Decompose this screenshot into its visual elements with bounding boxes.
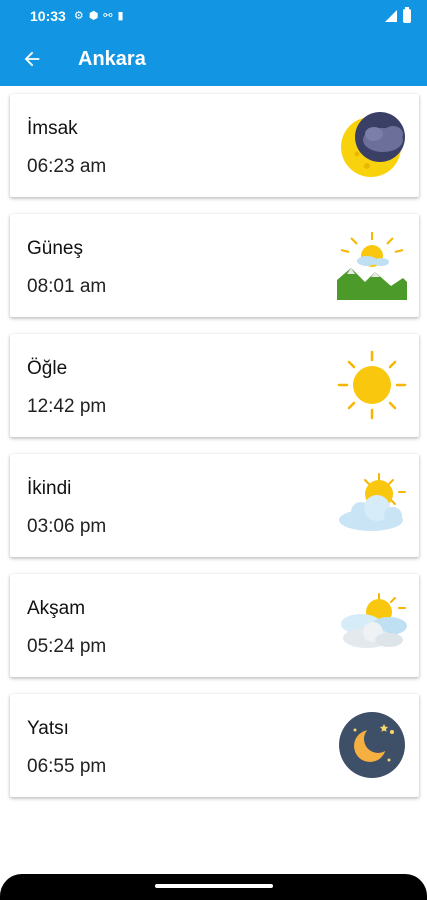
prayer-card-ogle[interactable]: Öğle 12:42 pm bbox=[10, 334, 419, 437]
page-title: Ankara bbox=[78, 47, 146, 70]
prayer-card-yatsi[interactable]: Yatsı 06:55 pm bbox=[10, 694, 419, 797]
status-bar: 10:33 ⚙ ⬢ ⚯ ▮ bbox=[0, 0, 427, 32]
status-notification-icons: ⚙ ⬢ ⚯ ▮ bbox=[73, 9, 124, 22]
sunrise-mountains-icon bbox=[337, 232, 407, 300]
prayer-name: İkindi bbox=[27, 478, 72, 499]
shield-icon: ⬢ bbox=[88, 9, 99, 22]
arrow-back-icon bbox=[24, 51, 40, 67]
prayer-card-gunes[interactable]: Güneş 08:01 am bbox=[10, 214, 419, 317]
prayer-name: Güneş bbox=[27, 238, 83, 259]
prayer-name: Akşam bbox=[27, 598, 86, 619]
status-time: 10:33 bbox=[30, 8, 66, 24]
sun-icon bbox=[337, 350, 407, 420]
prayer-name: Yatsı bbox=[27, 718, 69, 739]
signal-icon bbox=[385, 10, 397, 22]
settings-icon: ⚙ bbox=[73, 9, 84, 22]
home-handle[interactable] bbox=[155, 884, 273, 888]
prayer-time: 12:42 pm bbox=[27, 396, 107, 417]
prayer-name: İmsak bbox=[27, 118, 78, 139]
battery-icon bbox=[403, 7, 411, 23]
prayer-card-aksam[interactable]: Akşam 05:24 pm bbox=[10, 574, 419, 677]
sun-behind-clouds-icon bbox=[341, 593, 407, 648]
prayer-time: 06:23 am bbox=[27, 156, 107, 177]
prayer-time: 03:06 pm bbox=[27, 516, 107, 537]
night-moon-icon bbox=[339, 712, 405, 778]
prayer-time: 05:24 pm bbox=[27, 636, 107, 657]
sun-behind-cloud-icon bbox=[339, 473, 406, 531]
prayer-name: Öğle bbox=[27, 358, 68, 379]
prayer-time: 06:55 pm bbox=[27, 756, 107, 777]
sim-icon: ▮ bbox=[117, 9, 124, 22]
prayer-time: 08:01 am bbox=[27, 276, 107, 297]
prayer-card-imsak[interactable]: İmsak 06:23 am bbox=[10, 94, 419, 197]
prayer-times-list: İmsak 06:23 am Güneş 08:01 am Öğle 12:42… bbox=[10, 94, 419, 814]
link-icon: ⚯ bbox=[103, 9, 113, 22]
app-screen: 10:33 ⚙ ⬢ ⚯ ▮ Ankara İmsak 06:23 am Güne… bbox=[0, 0, 427, 900]
status-system-icons bbox=[385, 7, 411, 23]
app-bar: Ankara bbox=[0, 32, 427, 86]
moon-cloud-icon bbox=[341, 112, 405, 177]
navigation-gesture-bar bbox=[0, 874, 427, 900]
back-button[interactable] bbox=[4, 32, 60, 86]
prayer-card-ikindi[interactable]: İkindi 03:06 pm bbox=[10, 454, 419, 557]
